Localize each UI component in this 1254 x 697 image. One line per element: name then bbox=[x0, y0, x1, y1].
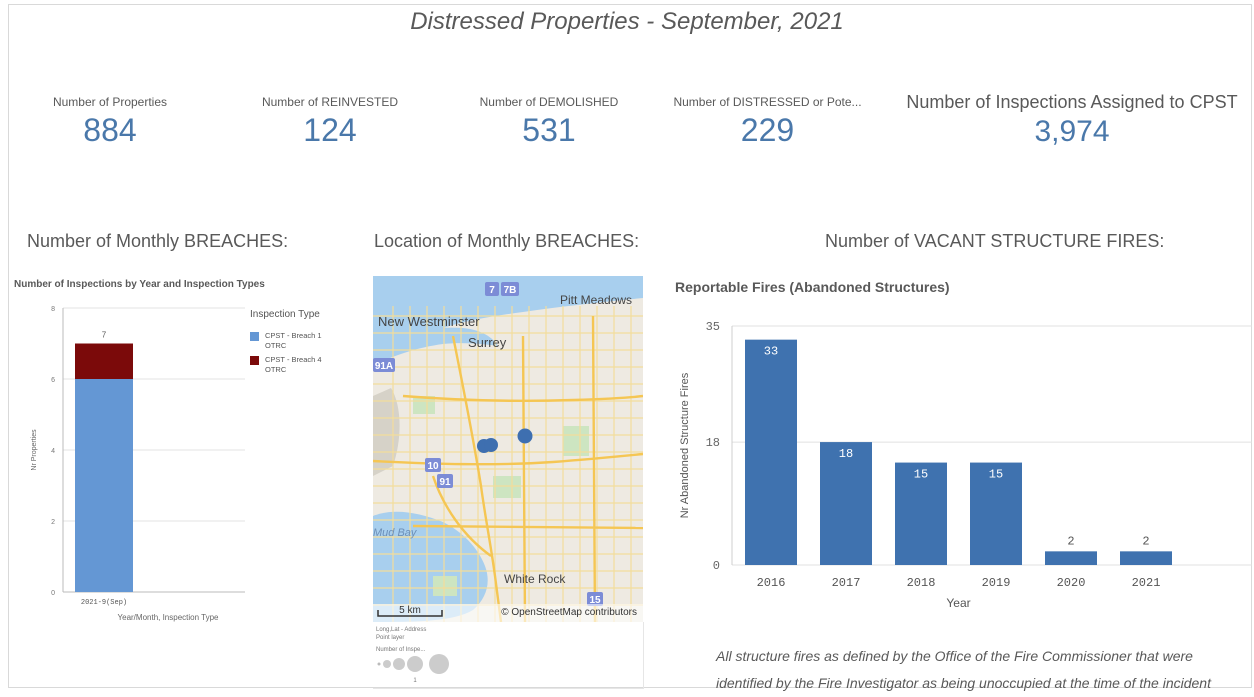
map-legend-size-title: Number of Inspe... bbox=[376, 647, 426, 653]
bar-value-label: 2 bbox=[1142, 534, 1149, 548]
map-park bbox=[433, 576, 457, 596]
y-tick-label: 6 bbox=[51, 377, 55, 384]
map-legend-layer-type: Point layer bbox=[376, 635, 404, 641]
fires-chart-title: Reportable Fires (Abandoned Structures) bbox=[675, 279, 950, 295]
kpi-reinvested[interactable]: Number of REINVESTED 124 bbox=[255, 95, 405, 149]
bar-value-label: 15 bbox=[989, 468, 1003, 482]
map-legend: Long,Lat - Address Point layer Number of… bbox=[373, 622, 644, 689]
map-label-white-rock: White Rock bbox=[504, 572, 566, 586]
legend-swatch bbox=[250, 332, 259, 341]
map-canvas: 7 7B 91A 10 91 15 Pitt Meadows New Westm… bbox=[373, 276, 643, 622]
map-point[interactable] bbox=[484, 438, 498, 452]
legend-label: OTRC bbox=[265, 365, 287, 374]
kpi-value: 884 bbox=[83, 112, 137, 148]
fires-section-title: Number of VACANT STRUCTURE FIRES: bbox=[825, 231, 1165, 251]
kpi-value: 229 bbox=[740, 112, 795, 148]
map-label-pitt-meadows: Pitt Meadows bbox=[560, 293, 632, 307]
y-tick-label: 35 bbox=[706, 320, 720, 334]
fire-bar bbox=[1045, 551, 1097, 565]
kpi-label: Number of DEMOLISHED bbox=[479, 95, 619, 109]
bar-value-label: 15 bbox=[914, 468, 928, 482]
route-label-7b: 7B bbox=[504, 285, 517, 296]
x-axis-title: Year/Month, Inspection Type bbox=[118, 613, 220, 622]
legend-swatch bbox=[250, 356, 259, 365]
legend-label: OTRC bbox=[265, 341, 287, 350]
kpi-distressed[interactable]: Number of DISTRESSED or Pote... 229 bbox=[670, 95, 865, 149]
fires-note: All structure fires as defined by the Of… bbox=[716, 648, 1211, 691]
breaches-chart[interactable]: 0 2 4 6 8 7 2021-9(Sep) Year/Month, Inspection … bbox=[10, 296, 360, 631]
kpi-label: Number of Inspections Assigned to CPST bbox=[906, 92, 1238, 112]
bar-value-label: 2 bbox=[1067, 534, 1074, 548]
kpi-label: Number of DISTRESSED or Pote... bbox=[673, 95, 862, 109]
x-tick-label: 2017 bbox=[832, 576, 861, 590]
bar-segment bbox=[75, 343, 133, 379]
y-tick-label: 0 bbox=[51, 590, 55, 597]
kpi-value: 3,974 bbox=[1034, 115, 1110, 148]
map-park bbox=[493, 476, 521, 498]
bar-segment bbox=[75, 379, 133, 592]
x-tick-label: 2018 bbox=[907, 576, 936, 590]
kpi-label: Number of Properties bbox=[52, 95, 168, 109]
bar-value-label: 18 bbox=[839, 447, 853, 461]
bar-total-label: 7 bbox=[102, 331, 107, 340]
kpi-label: Number of REINVESTED bbox=[261, 95, 399, 109]
map-label-new-westminster: New Westminster bbox=[378, 314, 480, 329]
legend-size-circle bbox=[407, 656, 423, 672]
fires-chart[interactable]: 0 18 35 33 2016 18 2017 15 2018 15 2019 2 2020 2 2021 Y… bbox=[672, 306, 1254, 616]
kpi-properties[interactable]: Number of Properties 884 bbox=[40, 95, 180, 149]
map-legend-layer-title: Long,Lat - Address bbox=[376, 627, 426, 633]
x-axis-title: Year bbox=[946, 596, 970, 610]
kpi-value: 531 bbox=[522, 112, 576, 148]
x-tick-label: 2020 bbox=[1057, 576, 1086, 590]
route-label-10: 10 bbox=[427, 461, 439, 472]
map-label-mud-bay: Mud Bay bbox=[373, 527, 418, 539]
route-label-7: 7 bbox=[489, 285, 495, 296]
page-title: Distressed Properties - September, 2021 bbox=[410, 8, 844, 35]
kpi-demolished[interactable]: Number of DEMOLISHED 531 bbox=[474, 95, 624, 149]
y-tick-label: 18 bbox=[706, 436, 720, 450]
kpi-value: 124 bbox=[303, 112, 357, 148]
bar-value-label: 33 bbox=[764, 345, 778, 359]
legend-size-circle bbox=[429, 654, 449, 674]
legend-size-circle bbox=[377, 662, 381, 666]
x-tick-label: 2021 bbox=[1132, 576, 1161, 590]
route-label-91: 91 bbox=[439, 477, 451, 488]
breaches-chart-title: Number of Inspections by Year and Inspec… bbox=[14, 279, 265, 290]
legend-size-circle bbox=[383, 660, 391, 668]
map-legend-tick: 1 bbox=[413, 678, 417, 684]
fire-bar bbox=[745, 339, 797, 565]
y-axis-title: Nr Abandoned Structure Fires bbox=[679, 372, 691, 518]
legend-title: Inspection Type bbox=[250, 309, 320, 320]
breaches-map[interactable]: 7 7B 91A 10 91 15 Pitt Meadows New Westm… bbox=[373, 276, 643, 622]
location-section-title: Location of Monthly BREACHES: bbox=[374, 231, 640, 251]
map-attribution[interactable]: © OpenStreetMap contributors bbox=[501, 607, 637, 618]
y-tick-label: 4 bbox=[51, 448, 55, 455]
x-tick-label: 2021-9(Sep) bbox=[81, 599, 127, 607]
y-tick-label: 0 bbox=[713, 559, 720, 573]
kpi-inspections-cpst[interactable]: Number of Inspections Assigned to CPST 3… bbox=[893, 92, 1251, 149]
y-axis-title: Nr Properties bbox=[31, 429, 38, 471]
legend-label: CPST - Breach 4 bbox=[265, 355, 322, 364]
x-tick-label: 2016 bbox=[757, 576, 786, 590]
map-legend-canvas: Long,Lat - Address Point layer Number of… bbox=[376, 627, 449, 684]
map-point[interactable] bbox=[517, 428, 533, 444]
y-tick-label: 2 bbox=[51, 519, 55, 526]
route-label-91a: 91A bbox=[375, 361, 393, 372]
legend-label: CPST - Breach 1 bbox=[265, 331, 322, 340]
fire-bar bbox=[1120, 551, 1172, 565]
legend-size-circle bbox=[393, 658, 405, 670]
y-tick-label: 8 bbox=[51, 306, 55, 313]
map-scale-label: 5 km bbox=[399, 605, 421, 616]
map-label-surrey: Surrey bbox=[468, 335, 507, 350]
breaches-section-title: Number of Monthly BREACHES: bbox=[27, 231, 289, 251]
x-tick-label: 2019 bbox=[982, 576, 1011, 590]
